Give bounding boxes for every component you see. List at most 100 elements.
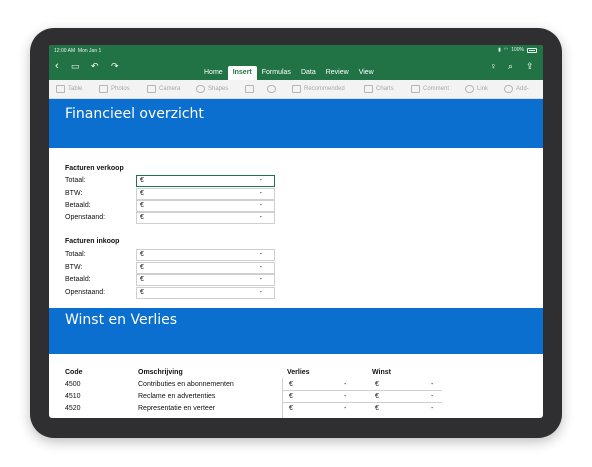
grid-divider <box>282 390 442 391</box>
currency-symbol: € <box>140 190 144 197</box>
ribbon-camera-button[interactable]: Camera <box>147 85 180 93</box>
share-icon[interactable]: ⇪ <box>526 60 534 72</box>
verlies-currency: € <box>289 381 293 388</box>
file-icon[interactable]: ▭ <box>71 60 80 72</box>
tab-home[interactable]: Home <box>199 66 228 80</box>
ribbon-link-button[interactable]: Link <box>465 85 488 93</box>
grid-divider <box>282 402 442 403</box>
signal-icon: ▮ <box>498 47 501 53</box>
verkoop-betaald-cell[interactable]: € - <box>136 200 275 212</box>
wifi-icon: ◠ <box>503 47 509 53</box>
row-description: Representatie en verteer <box>138 405 216 412</box>
inkoop-btw-cell[interactable]: € - <box>136 262 275 274</box>
inkoop-betaald-cell[interactable]: € - <box>136 274 275 286</box>
icons-icon <box>267 85 276 93</box>
back-icon[interactable]: ‹ <box>55 60 59 72</box>
cell-value: - <box>259 177 262 184</box>
tab-review[interactable]: Review <box>321 66 354 80</box>
cell-value: - <box>259 202 262 209</box>
status-bar-left: 12:00 AM Mon Jan 1 <box>54 48 101 54</box>
status-bar-right: ▮ ◠ 100% <box>498 47 537 53</box>
col-header-omschrijving: Omschrijving <box>138 369 183 376</box>
ribbon-comment-label: Comment <box>423 86 450 92</box>
table-icon <box>56 85 65 93</box>
ribbon-icons-button[interactable] <box>267 85 276 93</box>
ribbon-addins-button[interactable]: Add- <box>504 85 529 93</box>
winst-value: - <box>431 381 434 388</box>
tablet-screen: 12:00 AM Mon Jan 1 ▮ ◠ 100% ‹ ▭ ↶ ↷ Home… <box>49 45 543 418</box>
inkoop-totaal-cell[interactable]: € - <box>136 249 275 261</box>
inkoop-openstaand-cell[interactable]: € - <box>136 287 275 299</box>
verlies-currency: € <box>289 405 293 412</box>
recommended-icon <box>292 85 301 93</box>
col-header-winst: Winst <box>372 369 391 376</box>
tab-data[interactable]: Data <box>296 66 321 80</box>
currency-symbol: € <box>140 264 144 271</box>
status-time: 12:00 AM <box>54 48 76 54</box>
verlies-currency: € <box>289 393 293 400</box>
ribbon-recommended-label: Recommended <box>304 86 345 92</box>
ribbon-table-label: Table <box>68 86 83 92</box>
inkoop-label-openstaand: Openstaand: <box>65 289 106 296</box>
ribbon-charts-button[interactable]: Charts <box>364 85 394 93</box>
inkoop-label-totaal: Totaal: <box>65 251 86 258</box>
excel-title-bar: 12:00 AM Mon Jan 1 ▮ ◠ 100% ‹ ▭ ↶ ↷ Home… <box>49 45 543 80</box>
tab-view[interactable]: View <box>354 66 379 80</box>
ribbon-photos-label: Photos <box>111 86 130 92</box>
verkoop-openstaand-cell[interactable]: € - <box>136 212 275 224</box>
currency-symbol: € <box>140 177 144 184</box>
status-date: Mon Jan 1 <box>77 48 102 54</box>
verkoop-totaal-cell[interactable]: € - <box>136 175 275 187</box>
verkoop-label-betaald: Betaald: <box>65 202 91 209</box>
redo-icon[interactable]: ↷ <box>111 60 119 72</box>
row-code: 4510 <box>65 393 81 400</box>
verkoop-label-totaal: Totaal: <box>65 177 86 184</box>
ribbon-photos-button[interactable]: Photos <box>99 85 130 93</box>
row-description: Contributies en abonnementen <box>138 381 234 388</box>
photos-icon <box>99 85 108 93</box>
verkoop-label-openstaand: Openstaand: <box>65 214 106 221</box>
ribbon-comment-button[interactable]: Comment <box>411 85 449 93</box>
verkoop-btw-cell[interactable]: € - <box>136 188 275 200</box>
tab-formulas[interactable]: Formulas <box>257 66 296 80</box>
cell-value: - <box>259 289 262 296</box>
winst-value: - <box>431 405 434 412</box>
tab-insert[interactable]: Insert <box>227 66 257 80</box>
undo-icon[interactable]: ↶ <box>91 60 99 72</box>
ribbon-link-label: Link <box>477 86 489 92</box>
currency-symbol: € <box>140 251 144 258</box>
ribbon-textbox-button[interactable] <box>245 85 254 93</box>
verkoop-label-btw: BTW: <box>65 190 83 197</box>
winst-currency: € <box>375 393 379 400</box>
shapes-icon <box>196 85 205 93</box>
insert-ribbon: Table Photos Camera Shapes Recommended C… <box>49 80 543 99</box>
winst-title: Winst en Verlies <box>65 312 178 328</box>
cell-value: - <box>259 251 262 258</box>
row-code: 4520 <box>65 405 81 412</box>
cell-value: - <box>259 276 262 283</box>
ribbon-table-button[interactable]: Table <box>56 85 82 93</box>
search-icon[interactable]: ⌕ <box>508 60 513 72</box>
winst-currency: € <box>375 381 379 388</box>
currency-symbol: € <box>140 289 144 296</box>
camera-icon <box>147 85 156 93</box>
cell-value: - <box>259 214 262 221</box>
charts-icon <box>364 85 373 93</box>
grid-divider <box>282 378 283 418</box>
lightbulb-icon[interactable]: ♀ <box>490 60 497 72</box>
battery-icon <box>527 47 537 53</box>
battery-percent: 100% <box>511 47 524 53</box>
ribbon-recommended-button[interactable]: Recommended <box>292 85 345 93</box>
ribbon-shapes-button[interactable]: Shapes <box>196 85 228 93</box>
col-header-verlies: Verlies <box>287 369 310 376</box>
ribbon-tabs: Home Insert Formulas Data Review View <box>199 66 379 80</box>
textbox-icon <box>245 85 254 93</box>
inkoop-label-betaald: Betaald: <box>65 276 91 283</box>
ribbon-charts-label: Charts <box>376 86 394 92</box>
row-code: 4500 <box>65 381 81 388</box>
link-icon <box>465 85 474 93</box>
cell-value: - <box>259 264 262 271</box>
verlies-value: - <box>344 381 347 388</box>
winst-header-band: Winst en Verlies <box>49 308 543 354</box>
financieel-header-band: Financieel overzicht <box>49 99 543 148</box>
